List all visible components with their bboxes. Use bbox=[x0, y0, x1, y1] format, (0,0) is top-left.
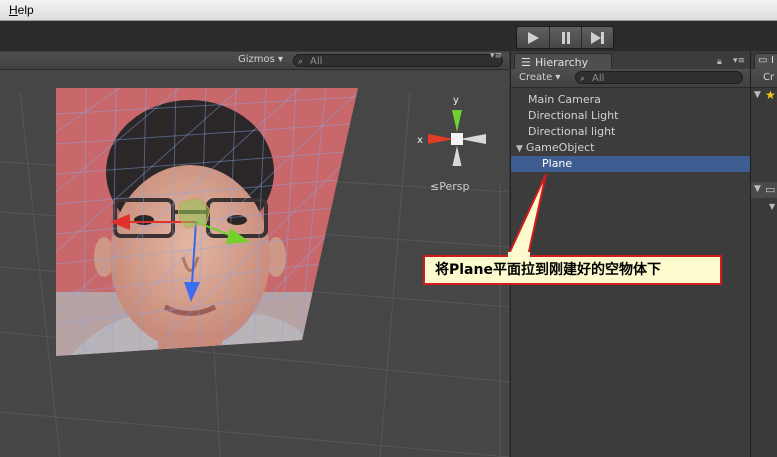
menu-help[interactable]: Help bbox=[9, 3, 34, 17]
step-button[interactable] bbox=[581, 27, 614, 48]
gizmo-neg-y-cone[interactable] bbox=[452, 146, 462, 166]
project-panel: ▭ I Cr ▼ ★ ▼ ▭ ▼ bbox=[750, 52, 777, 457]
hierarchy-search-placeholder: All bbox=[592, 73, 605, 84]
hierarchy-item-directional-light-2[interactable]: Directional light bbox=[511, 124, 750, 140]
pause-button[interactable] bbox=[549, 27, 582, 48]
play-icon bbox=[528, 31, 539, 44]
gizmos-dropdown[interactable]: Gizmos ▾ bbox=[238, 54, 283, 65]
gizmos-label: Gizmos bbox=[238, 54, 275, 65]
hierarchy-item-label: Main Camera bbox=[528, 93, 601, 106]
hierarchy-item-gameobject[interactable]: ▼ GameObject bbox=[511, 140, 750, 156]
expand-triangle-icon[interactable]: ▼ bbox=[754, 184, 761, 194]
create-label: Create bbox=[519, 72, 553, 83]
create-dropdown[interactable]: Create ▾ bbox=[519, 72, 560, 83]
search-icon: ⌕ bbox=[298, 57, 304, 67]
menu-bar: Help bbox=[0, 0, 777, 21]
hierarchy-item-label: Directional light bbox=[528, 125, 616, 138]
step-icon bbox=[591, 31, 604, 44]
callout-joint bbox=[508, 252, 530, 258]
play-button[interactable] bbox=[517, 27, 549, 48]
lock-icon[interactable]: 🔒︎ bbox=[717, 57, 722, 67]
project-toolbar: Cr bbox=[751, 69, 777, 88]
project-create-label[interactable]: Cr bbox=[763, 72, 774, 83]
gizmo-center-cube[interactable] bbox=[451, 133, 463, 145]
panel-menu-icon[interactable]: ▾≡ bbox=[733, 56, 745, 66]
expand-triangle-icon[interactable]: ▼ bbox=[769, 202, 775, 211]
dropdown-caret-icon: ▾ bbox=[555, 72, 561, 83]
expand-triangle-icon[interactable]: ▼ bbox=[516, 144, 523, 154]
scene-orientation-gizmo[interactable]: y x bbox=[414, 94, 490, 166]
hierarchy-item-label: GameObject bbox=[525, 141, 595, 154]
hierarchy-list-icon: ☰ bbox=[521, 56, 531, 69]
favorites-star-icon: ★ bbox=[765, 88, 776, 102]
dropdown-caret-icon: ▾ bbox=[278, 54, 284, 65]
scene-panel-menu-icon[interactable]: ▾≡ bbox=[490, 52, 502, 61]
hierarchy-item-directional-light[interactable]: Directional Light bbox=[511, 108, 750, 124]
menu-help-mnemonic: H bbox=[9, 3, 18, 17]
gizmo-neg-x-cone[interactable] bbox=[460, 134, 486, 144]
playback-controls bbox=[516, 26, 614, 49]
menu-help-rest: elp bbox=[17, 3, 34, 17]
hierarchy-item-label: Plane bbox=[542, 157, 573, 170]
gizmo-x-label: x bbox=[417, 135, 423, 146]
scene-search-placeholder: All bbox=[310, 56, 323, 67]
pause-icon bbox=[562, 31, 570, 44]
project-tab-label: I bbox=[771, 55, 774, 66]
folder-icon: ▭ bbox=[765, 183, 776, 196]
scene-search-input[interactable]: ⌕ All bbox=[293, 54, 503, 67]
plane-mesh[interactable] bbox=[40, 82, 370, 372]
hierarchy-search-input[interactable]: ⌕ All bbox=[575, 71, 743, 84]
scene-header-bar: Gizmos ▾ ⌕ All ▾≡ bbox=[0, 52, 509, 70]
gizmo-x-cone[interactable] bbox=[428, 134, 454, 144]
expand-triangle-icon[interactable]: ▼ bbox=[754, 90, 761, 100]
hierarchy-item-main-camera[interactable]: Main Camera bbox=[511, 92, 750, 108]
hierarchy-tab-label: Hierarchy bbox=[535, 56, 589, 69]
assets-row[interactable]: ▼ ▭ bbox=[751, 182, 777, 198]
toolbar bbox=[0, 21, 777, 51]
gizmo-y-cone[interactable] bbox=[452, 110, 462, 132]
search-icon: ⌕ bbox=[580, 74, 586, 84]
annotation-callout: 将Plane平面拉到刚建好的空物体下 bbox=[423, 255, 722, 285]
hierarchy-item-label: Directional Light bbox=[528, 109, 619, 122]
gizmo-y-label: y bbox=[453, 95, 459, 106]
hierarchy-toolbar: Create ▾ ⌕ All bbox=[511, 69, 750, 88]
folder-icon: ▭ bbox=[758, 55, 768, 66]
